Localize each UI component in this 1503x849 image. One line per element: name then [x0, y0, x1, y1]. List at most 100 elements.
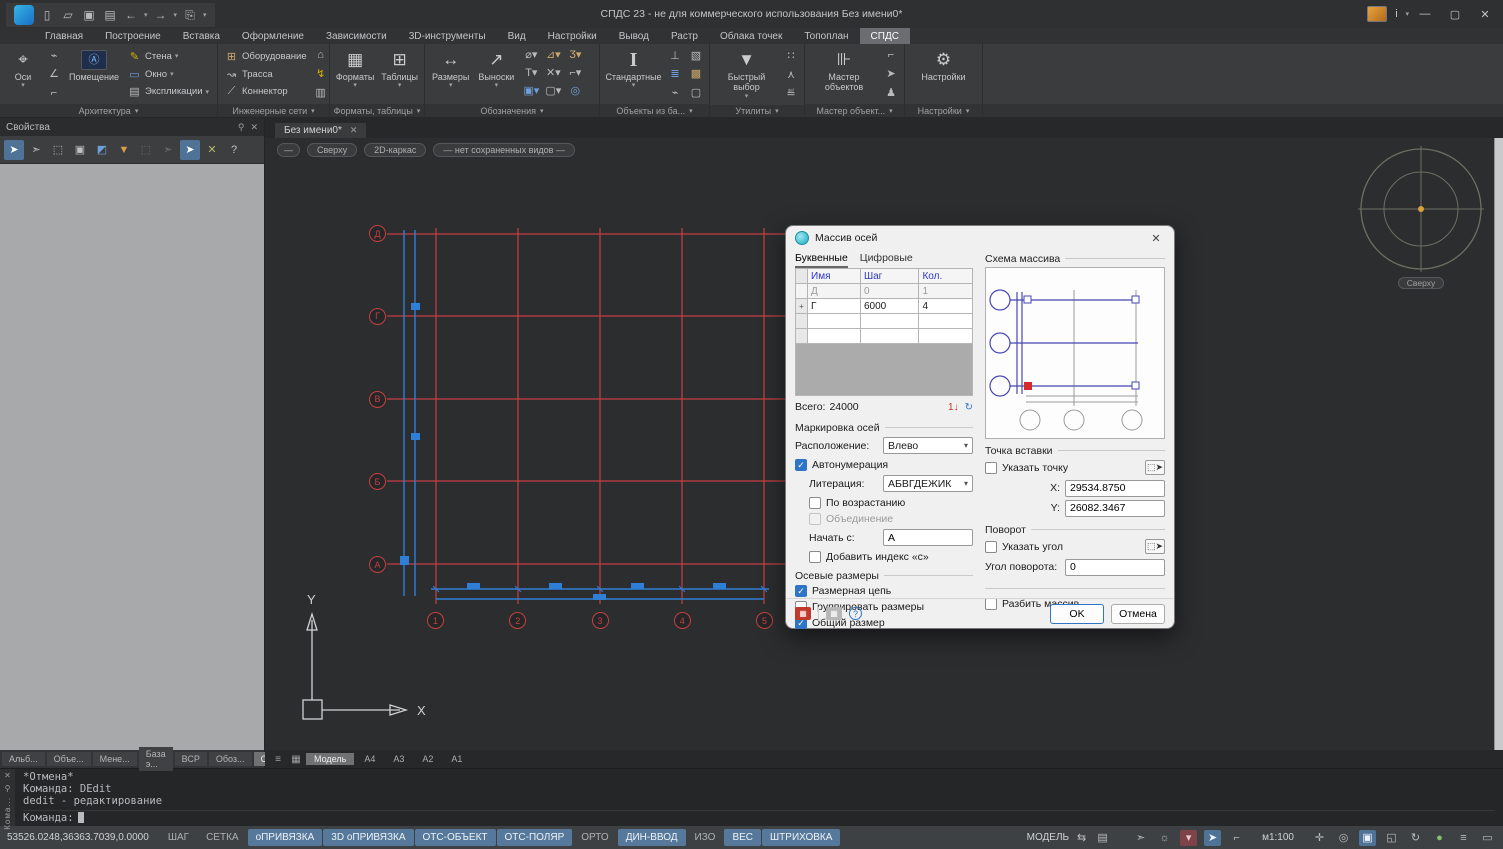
panel-caption-symbols[interactable]: Обозначения▾ [425, 104, 599, 117]
tables-button[interactable]: ⊞ Таблицы▾ [379, 46, 420, 102]
utils-icon-1[interactable]: ∷ [782, 48, 800, 63]
object-tool-icon-4[interactable]: ▧ [687, 48, 705, 63]
close-button[interactable]: ✕ [1471, 3, 1499, 25]
add-index-checkbox[interactable]: Добавить индекс «с» [809, 549, 973, 564]
axes-button[interactable]: ⌖ Оси▾ [4, 46, 42, 102]
deselect-cursor-icon[interactable]: ➣ [158, 140, 178, 160]
status-toggle[interactable]: ВЕС [724, 829, 761, 846]
layout-tab[interactable]: А1 [443, 753, 470, 765]
pick-point-button[interactable]: ⬚➤ [1145, 460, 1165, 475]
image-mark-icon[interactable]: ▣▾ [520, 83, 542, 98]
snapshot-icon[interactable]: ▦ [826, 607, 842, 620]
x-coordinate-input[interactable] [1065, 480, 1165, 497]
ok-button[interactable]: OK [1050, 604, 1104, 624]
wall-button[interactable]: ✎Стена▾ [125, 49, 211, 64]
ribbon-tab[interactable]: Растр [660, 28, 709, 44]
panel-caption-utils[interactable]: Утилиты▾ [710, 105, 804, 117]
break-mark-icon[interactable]: ✕▾ [542, 65, 564, 80]
regen-icon[interactable]: ● [1431, 830, 1448, 846]
layout-tab[interactable]: А2 [414, 753, 441, 765]
compass-view-label[interactable]: Сверху [1398, 277, 1444, 289]
app-logo-icon[interactable] [14, 5, 34, 25]
axis-number-bubble[interactable]: 5 [756, 612, 773, 629]
ribbon-tab[interactable]: Главная [34, 28, 94, 44]
ribbon-tab[interactable]: Вставка [172, 28, 231, 44]
dock-tab[interactable]: Обоз... [209, 752, 252, 766]
layout-tab[interactable]: А3 [385, 753, 412, 765]
ribbon-tab[interactable]: Построение [94, 28, 172, 44]
info-icon[interactable]: i [1389, 3, 1403, 25]
text-mark-icon[interactable]: T▾ [520, 65, 542, 80]
master-icon-3[interactable]: ♟ [882, 85, 900, 100]
dim-chain-checkbox[interactable]: Размерная цепь [795, 583, 973, 598]
panel-caption-settings[interactable]: Настройки▾ [905, 104, 982, 117]
master-icon-2[interactable]: ➤ [882, 66, 900, 81]
panel-caption-architecture[interactable]: Архитектура▾ [0, 104, 217, 117]
dock-tab[interactable]: База э... [139, 747, 173, 771]
pick-add-icon[interactable]: ➤ [180, 140, 200, 160]
dialog-titlebar[interactable]: Массив осей ✕ [786, 226, 1174, 250]
explication-button[interactable]: ▤Экспликации▾ [125, 84, 211, 99]
notifications-icon[interactable]: ▾ [1180, 830, 1197, 846]
undo-icon[interactable]: ← [123, 7, 139, 23]
interface-scheme-icon[interactable] [1367, 6, 1387, 22]
pin-icon[interactable]: ⚲ [238, 122, 245, 133]
settings-button[interactable]: ⚙ Настройки [918, 46, 968, 102]
minimize-button[interactable]: — [1411, 3, 1439, 25]
space-switch-icon[interactable]: ⇆ [1073, 830, 1090, 846]
save-icon[interactable]: ▣ [81, 7, 97, 23]
open-file-icon[interactable]: ▱ [60, 7, 76, 23]
select-window-icon[interactable]: ⬚ [48, 140, 68, 160]
tab-number-axes[interactable]: Цифровые [860, 252, 913, 268]
axis-number-bubble[interactable]: 2 [509, 612, 526, 629]
user-tools-icon[interactable]: ➣ [1132, 830, 1149, 846]
row-expander-icon[interactable]: + [796, 299, 808, 314]
command-close-icon[interactable]: ✕ [4, 771, 11, 780]
angle-input[interactable] [1065, 559, 1165, 576]
document-tab-close-icon[interactable]: ✕ [350, 125, 358, 136]
ribbon-tab[interactable]: 3D-инструменты [398, 28, 497, 44]
axis-letter-bubble[interactable]: А [369, 556, 386, 573]
panel-caption-master[interactable]: Мастер объект...▾ [805, 104, 904, 117]
coins-mark-icon[interactable]: ◎ [564, 83, 586, 98]
y-coordinate-input[interactable] [1065, 500, 1165, 517]
axis-letter-bubble[interactable]: Б [369, 473, 386, 490]
status-toggle[interactable]: ОТС-ПОЛЯР [497, 829, 573, 846]
clear-selection-icon[interactable]: ✕ [202, 140, 222, 160]
utils-icon-3[interactable]: ≝ [782, 86, 800, 101]
info-dropdown-icon[interactable]: ▾ [1405, 10, 1409, 18]
tab-letter-axes[interactable]: Буквенные [795, 252, 848, 268]
table-row-empty[interactable] [796, 314, 973, 329]
layout-tab[interactable]: Модель [306, 753, 354, 765]
axis-tools-icon-2[interactable]: ∠ [45, 66, 63, 81]
object-tool-icon-6[interactable]: ▢ [687, 85, 705, 100]
navigation-compass[interactable]: Сверху [1355, 146, 1487, 289]
literation-select[interactable]: АБВГДЕЖИК▾ [883, 475, 973, 492]
status-toggle[interactable]: ШАГ [160, 829, 197, 846]
status-toggle[interactable]: оПРИВЯЗКА [248, 829, 323, 846]
ascending-checkbox[interactable]: По возрастанию [809, 495, 973, 510]
orbit-icon[interactable]: ↻ [1407, 830, 1424, 846]
status-toggle[interactable]: ДИН-ВВОД [618, 829, 686, 846]
table-row[interactable]: Д 0 1 [796, 284, 973, 299]
standard-objects-button[interactable]: I Стандартные▾ [604, 46, 663, 102]
formats-button[interactable]: ▦ Форматы▾ [334, 46, 376, 102]
ribbon-tab[interactable]: Настройки [537, 28, 608, 44]
network-tool-icon-3[interactable]: ▥ [312, 85, 330, 100]
pick-angle-button[interactable]: ⬚➤ [1145, 539, 1165, 554]
status-toggle[interactable]: ШТРИХОВКА [762, 829, 840, 846]
object-master-button[interactable]: ⊪ Мастер объектов [809, 46, 879, 102]
annotation-scale-icon[interactable]: ⌐ [1228, 830, 1245, 846]
table-row-empty[interactable] [796, 329, 973, 344]
object-tool-icon-1[interactable]: ⊥ [666, 48, 684, 63]
layout-list-icon[interactable]: ≡ [270, 752, 286, 766]
status-toggle[interactable]: ОТС-ОБЪЕКТ [415, 829, 496, 846]
network-tool-icon-2[interactable]: ↯ [312, 66, 330, 81]
panel-caption-objects[interactable]: Объекты из ба...▾ [600, 104, 709, 117]
drawing-scale[interactable]: м1:100 [1262, 832, 1294, 843]
ribbon-tab[interactable]: Вывод [608, 28, 660, 44]
axis-number-bubble[interactable]: 3 [592, 612, 609, 629]
axis-letter-bubble[interactable]: Г [369, 308, 386, 325]
axis-number-bubble[interactable]: 4 [674, 612, 691, 629]
layers-icon[interactable]: ≡ [1455, 830, 1472, 846]
